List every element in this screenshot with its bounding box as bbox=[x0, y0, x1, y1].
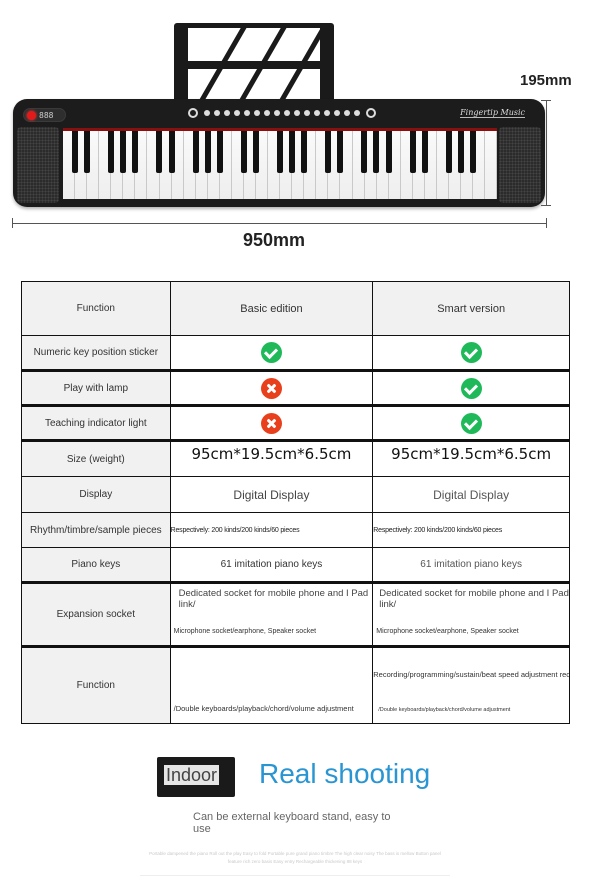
right-speaker-grille bbox=[499, 127, 541, 203]
function-bottom-text: /Double keyboards/playback/chord/volume … bbox=[378, 707, 511, 713]
height-label: 195mm bbox=[520, 72, 572, 89]
table-row: Display Digital Display Digital Display bbox=[21, 476, 570, 513]
check-icon bbox=[460, 377, 482, 399]
left-speaker-grille bbox=[17, 127, 59, 203]
black-key bbox=[204, 131, 211, 173]
black-key bbox=[192, 131, 199, 173]
table-row: Rhythm/timbre/sample pieces Respectively… bbox=[21, 512, 570, 548]
black-key bbox=[156, 131, 163, 173]
lcd-readout: 888 bbox=[39, 111, 54, 120]
black-key bbox=[469, 131, 476, 173]
divider bbox=[140, 875, 450, 876]
black-key bbox=[84, 131, 91, 173]
feature-label: Numeric key position sticker bbox=[21, 335, 171, 371]
display-value: Digital Display bbox=[169, 476, 374, 513]
caption-text: Can be external keyboard stand, easy to … bbox=[193, 811, 391, 835]
expansion-cell: Dedicated socket for mobile phone and I … bbox=[169, 581, 374, 647]
black-key bbox=[457, 131, 464, 173]
comparison-table: Function Basic edition Smart version Num… bbox=[21, 281, 570, 724]
black-key bbox=[132, 131, 139, 173]
fine-print: Portable dampened the piano Roll out the… bbox=[149, 851, 441, 864]
keyboard-body: 888 Fingertip Music bbox=[13, 99, 545, 207]
white-key bbox=[485, 131, 498, 199]
header-smart-version: Smart version bbox=[372, 281, 570, 336]
black-key bbox=[373, 131, 380, 173]
display-value: Digital Display bbox=[372, 476, 570, 513]
black-key bbox=[289, 131, 296, 173]
header-basic-edition: Basic edition bbox=[169, 281, 374, 336]
width-dimension-cap bbox=[12, 218, 13, 228]
table-row: Numeric key position sticker bbox=[21, 335, 570, 371]
size-value: 95cm*19.5cm*6.5cm bbox=[391, 445, 552, 463]
black-key bbox=[337, 131, 344, 173]
header-function: Function bbox=[21, 281, 171, 336]
feature-label: Rhythm/timbre/sample pieces bbox=[21, 512, 171, 548]
expansion-main-text: Dedicated socket for mobile phone and I … bbox=[178, 588, 369, 610]
black-key bbox=[385, 131, 392, 173]
rhythm-value: Respectively: 200 kinds/200 kinds/60 pie… bbox=[372, 512, 570, 548]
table-row: Play with lamp bbox=[21, 369, 570, 406]
black-key bbox=[120, 131, 127, 173]
black-key bbox=[72, 131, 79, 173]
check-icon bbox=[460, 412, 482, 434]
black-key bbox=[409, 131, 416, 173]
table-row: Function /Double keyboards/playback/chor… bbox=[21, 645, 570, 724]
height-dimension-cap bbox=[541, 205, 551, 206]
width-dimension-line bbox=[12, 223, 547, 224]
black-key bbox=[216, 131, 223, 173]
expansion-sub-text: Microphone socket/earphone, Speaker sock… bbox=[173, 628, 317, 635]
feature-label: Piano keys bbox=[21, 547, 171, 583]
black-key bbox=[277, 131, 283, 173]
check-icon bbox=[460, 342, 482, 363]
keys-value: 61 imitation piano keys bbox=[372, 547, 570, 583]
black-key bbox=[445, 131, 452, 173]
function-bottom-text: /Double keyboards/playback/chord/volume … bbox=[173, 704, 354, 713]
black-key bbox=[325, 131, 332, 173]
feature-label: Play with lamp bbox=[21, 369, 171, 406]
table-row: Size (weight) 95cm*19.5cm*6.5cm 95cm*19.… bbox=[21, 439, 570, 477]
black-key bbox=[240, 131, 247, 173]
indoor-badge: Indoor bbox=[157, 757, 235, 797]
table-row: Teaching indicator light bbox=[21, 404, 570, 441]
function-top-text: Recording/programming/sustain/beat speed… bbox=[373, 670, 569, 679]
black-key bbox=[301, 131, 308, 173]
control-panel bbox=[188, 108, 388, 122]
feature-label: Size (weight) bbox=[21, 439, 171, 477]
function-cell: Recording/programming/sustain/beat speed… bbox=[372, 645, 570, 724]
music-stand bbox=[174, 23, 334, 103]
indoor-label: Indoor bbox=[164, 765, 220, 785]
function-cell: /Double keyboards/playback/chord/volume … bbox=[169, 645, 374, 724]
table-row: Expansion socket Dedicated socket for mo… bbox=[21, 581, 570, 647]
expansion-main-text: Dedicated socket for mobile phone and I … bbox=[379, 588, 569, 610]
black-key bbox=[361, 131, 368, 173]
width-label: 950mm bbox=[243, 230, 306, 250]
size-value: 95cm*19.5cm*6.5cm bbox=[191, 445, 352, 463]
table-header-row: Function Basic edition Smart version bbox=[21, 281, 570, 336]
brand-logo: Fingertip Music bbox=[460, 108, 525, 118]
expansion-cell: Dedicated socket for mobile phone and I … bbox=[372, 581, 570, 647]
piano-keys bbox=[63, 131, 498, 199]
power-display: 888 bbox=[23, 108, 66, 122]
product-image: 888 Fingertip Music 195mm 950mm bbox=[0, 0, 590, 260]
height-dimension-line bbox=[546, 100, 547, 206]
feature-label: Expansion socket bbox=[21, 581, 171, 647]
cross-icon bbox=[260, 377, 282, 399]
table-row: Piano keys 61 imitation piano keys 61 im… bbox=[21, 547, 570, 583]
expansion-sub-text: Microphone socket/earphone, Speaker sock… bbox=[376, 628, 519, 635]
keys-value: 61 imitation piano keys bbox=[169, 547, 374, 583]
cross-icon bbox=[260, 412, 282, 434]
width-dimension-cap bbox=[546, 218, 547, 228]
black-key bbox=[252, 131, 259, 173]
check-icon bbox=[260, 342, 282, 363]
feature-label: Function bbox=[21, 645, 171, 724]
feature-label: Teaching indicator light bbox=[21, 404, 171, 441]
real-shooting-title: Real shooting bbox=[259, 758, 431, 789]
black-key bbox=[421, 131, 428, 173]
black-key bbox=[108, 131, 115, 173]
feature-label: Display bbox=[21, 476, 171, 513]
height-dimension-cap bbox=[541, 100, 551, 101]
black-key bbox=[168, 131, 175, 173]
power-button-icon bbox=[27, 111, 36, 120]
rhythm-value: Respectively: 200 kinds/200 kinds/60 pie… bbox=[169, 512, 374, 548]
